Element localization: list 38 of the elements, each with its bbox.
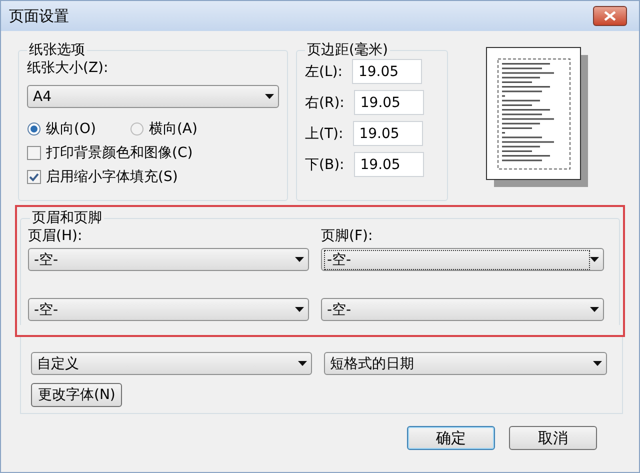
caret-icon bbox=[590, 257, 599, 262]
window-title: 页面设置 bbox=[9, 6, 69, 26]
field-label: 页脚(F): bbox=[321, 227, 374, 245]
caret-icon bbox=[295, 307, 304, 312]
caret-icon bbox=[593, 361, 602, 366]
radio-button[interactable]: 横向(A) bbox=[130, 120, 198, 138]
caret-icon bbox=[298, 361, 307, 366]
close-icon bbox=[604, 11, 616, 21]
close-button[interactable] bbox=[593, 6, 627, 26]
margin-input[interactable]: 19.05 bbox=[353, 121, 424, 146]
field-label: 纸张大小(Z): bbox=[27, 59, 110, 77]
radio-button[interactable]: 纵向(O) bbox=[27, 120, 96, 138]
field-label: 左(L): bbox=[305, 62, 342, 80]
dropdown[interactable]: 短格式的日期 bbox=[324, 352, 607, 375]
margin-input[interactable]: 19.05 bbox=[354, 90, 424, 115]
field-label: 右(R): bbox=[305, 94, 344, 112]
dropdown[interactable]: -空- bbox=[28, 298, 309, 321]
caret-icon bbox=[265, 94, 274, 99]
field-label: 下(B): bbox=[305, 156, 344, 174]
dropdown[interactable]: -空- bbox=[321, 298, 604, 321]
dropdown[interactable]: -空- bbox=[28, 248, 309, 271]
dropdown[interactable]: 自定义 bbox=[31, 352, 312, 375]
dropdown[interactable]: -空- bbox=[321, 248, 604, 271]
dialog-button[interactable]: 取消 bbox=[509, 426, 597, 450]
dialog-button[interactable]: 确定 bbox=[407, 426, 495, 450]
group-title: 页眉和页脚 bbox=[31, 209, 103, 227]
group-title: 页边距(毫米) bbox=[306, 41, 389, 59]
margin-input[interactable]: 19.05 bbox=[354, 152, 424, 177]
field-label: 上(T): bbox=[305, 124, 344, 142]
checkbox[interactable]: 打印背景颜色和图像(C) bbox=[27, 144, 279, 162]
field-label: 页眉(H): bbox=[28, 227, 84, 245]
caret-icon bbox=[295, 257, 304, 262]
caret-icon bbox=[590, 307, 599, 312]
paper-size-dropdown[interactable]: A4 bbox=[27, 85, 279, 108]
margin-input[interactable]: 19.05 bbox=[352, 59, 422, 84]
group-title: 纸张选项 bbox=[28, 41, 86, 59]
checkbox[interactable]: 启用缩小字体填充(S) bbox=[27, 168, 279, 186]
change-font-button[interactable]: 更改字体(N) bbox=[31, 383, 122, 407]
